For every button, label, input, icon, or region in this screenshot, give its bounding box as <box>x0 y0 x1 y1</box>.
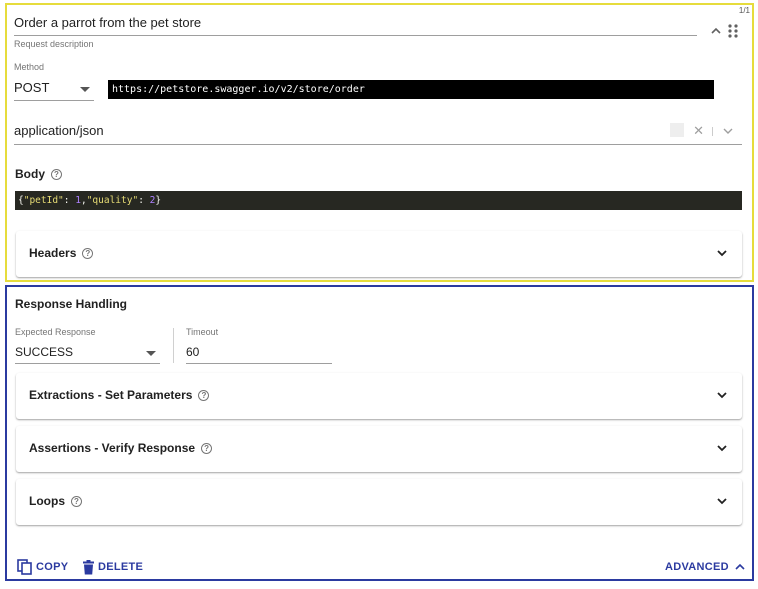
help-circle-icon[interactable]: ? <box>201 443 213 455</box>
code-sep: : <box>63 195 76 206</box>
response-panel: Response Handling Expected Response SUCC… <box>5 285 754 581</box>
trash-icon <box>83 559 94 574</box>
code-key: "petId" <box>23 195 64 206</box>
content-type-indicator <box>670 123 684 137</box>
extractions-title-text: Extractions - Set Parameters <box>29 388 193 402</box>
code-brace: } <box>155 195 162 206</box>
response-handling-title: Response Handling <box>15 297 128 311</box>
expected-response-value: SUCCESS <box>15 345 74 359</box>
chevron-up-icon <box>735 563 745 570</box>
method-label: Method <box>14 62 45 72</box>
assertions-title: Assertions - Verify Response? <box>29 441 213 455</box>
method-value: POST <box>14 80 50 95</box>
help-circle-icon[interactable]: ? <box>198 390 210 402</box>
body-title-text: Body <box>15 167 45 181</box>
help-circle-icon[interactable]: ? <box>82 248 94 260</box>
chevron-up-icon[interactable] <box>709 24 723 38</box>
request-description-label: Request description <box>14 39 94 49</box>
timeout-label: Timeout <box>186 327 219 337</box>
body-code-editor[interactable]: {"petId": 1,"quality": 2} <box>15 191 742 210</box>
copy-label: COPY <box>36 561 69 573</box>
expected-response-label: Expected Response <box>15 327 96 337</box>
url-input[interactable]: https://petstore.swagger.io/v2/store/ord… <box>108 80 714 99</box>
copy-icon <box>17 559 32 575</box>
assertions-accordion[interactable]: Assertions - Verify Response? <box>16 426 742 472</box>
code-sep: : <box>138 195 150 206</box>
delete-button[interactable]: DELETE <box>82 558 143 576</box>
headers-title: Headers? <box>29 246 94 260</box>
timeout-input[interactable]: 60 <box>186 342 332 364</box>
advanced-toggle-button[interactable]: ADVANCED <box>665 558 746 576</box>
loops-title-text: Loops <box>29 494 65 508</box>
step-actions-bar: COPY DELETE ADVANCED <box>15 558 745 576</box>
delete-label: DELETE <box>98 561 144 573</box>
extractions-title: Extractions - Set Parameters? <box>29 388 210 402</box>
chevron-down-icon[interactable] <box>716 247 728 259</box>
advanced-label: ADVANCED <box>665 561 729 573</box>
method-select[interactable]: POST <box>14 77 94 101</box>
divider <box>712 127 713 136</box>
request-panel: 1/1 Order a parrot from the pet store Re… <box>5 3 754 282</box>
step-counter: 1/1 <box>738 6 750 15</box>
loops-accordion[interactable]: Loops? <box>16 479 742 525</box>
request-description-input[interactable]: Order a parrot from the pet store <box>14 9 697 36</box>
expected-response-select[interactable]: SUCCESS <box>15 342 160 364</box>
chevron-down-icon[interactable] <box>722 125 734 137</box>
extractions-accordion[interactable]: Extractions - Set Parameters? <box>16 373 742 419</box>
chevron-down-icon[interactable] <box>716 442 728 454</box>
divider <box>173 328 174 363</box>
content-type-value: application/json <box>14 123 104 138</box>
caret-down-icon <box>80 87 90 92</box>
clear-icon[interactable]: ✕ <box>693 119 704 143</box>
body-section-title: Body? <box>15 167 62 181</box>
headers-title-text: Headers <box>29 246 77 260</box>
drag-handle-icon[interactable] <box>727 23 739 39</box>
caret-down-icon <box>146 351 156 356</box>
api-test-step-editor: 1/1 Order a parrot from the pet store Re… <box>0 0 758 589</box>
headers-accordion[interactable]: Headers? <box>16 231 742 277</box>
chevron-down-icon[interactable] <box>716 389 728 401</box>
chevron-down-icon[interactable] <box>716 495 728 507</box>
loops-title: Loops? <box>29 494 82 508</box>
copy-button[interactable]: COPY <box>17 558 68 576</box>
help-circle-icon[interactable]: ? <box>71 496 82 508</box>
code-key: "quality" <box>86 195 139 206</box>
assertions-title-text: Assertions - Verify Response <box>29 441 196 455</box>
help-circle-icon[interactable]: ? <box>51 169 62 181</box>
content-type-select[interactable]: application/json ✕ <box>14 119 742 145</box>
